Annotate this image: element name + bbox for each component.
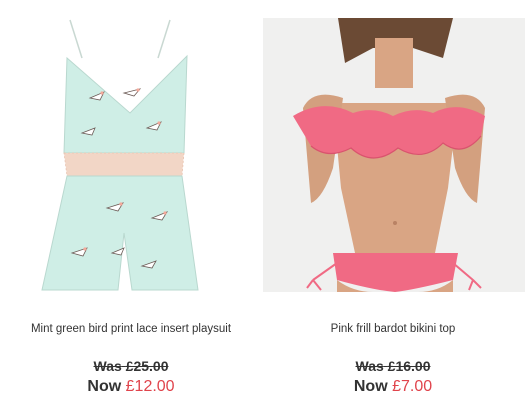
now-price-row: Now £7.00 [262, 378, 524, 396]
was-price: £25.00 [125, 358, 169, 374]
bikini-image [263, 18, 525, 292]
was-label: Was [355, 358, 384, 374]
now-price: £7.00 [392, 378, 433, 395]
playsuit-image [41, 19, 199, 291]
now-price-row: Now £12.00 [0, 378, 262, 396]
product-card[interactable]: Pink frill bardot bikini top Was £16.00 … [262, 0, 525, 402]
was-label: Was [93, 358, 122, 374]
was-price-row: Was £16.00 [262, 358, 524, 374]
product-card[interactable]: Mint green bird print lace insert playsu… [0, 0, 262, 402]
now-price: £12.00 [125, 378, 175, 395]
now-label: Now [353, 378, 388, 395]
was-price-row: Was £25.00 [0, 358, 262, 374]
product-image-link[interactable] [12, 18, 248, 292]
product-title[interactable]: Pink frill bardot bikini top [262, 323, 524, 335]
now-label: Now [87, 378, 122, 395]
product-title[interactable]: Mint green bird print lace insert playsu… [0, 323, 262, 335]
was-price: £16.00 [387, 358, 431, 374]
product-grid: Mint green bird print lace insert playsu… [0, 0, 525, 402]
product-image-link[interactable] [263, 18, 525, 292]
